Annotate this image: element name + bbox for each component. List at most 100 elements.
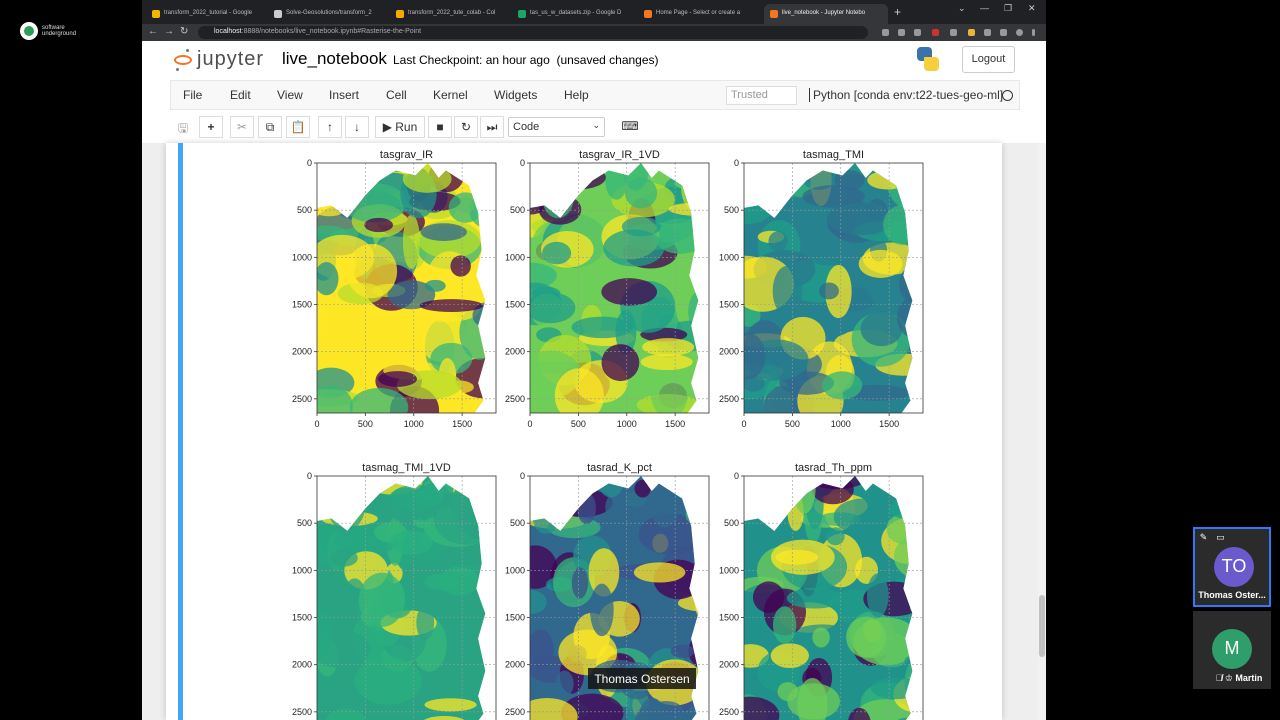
- cell-type-select[interactable]: Code ⌄: [508, 117, 605, 137]
- cell-type-value: Code: [513, 121, 540, 133]
- drive-icon: [518, 10, 526, 18]
- y-tick-label: 0: [734, 471, 739, 481]
- tab-live-notebook[interactable]: live_notebook - Jupyter Notebo: [764, 4, 888, 24]
- y-tick-label: 2000: [505, 347, 525, 357]
- y-tick-label: 1000: [505, 565, 525, 575]
- notebook-area: tasgrav_IR 0 500 1000 1500 2000 2500 0 500 1000 15…: [142, 143, 1046, 720]
- x-tick-label: 500: [571, 419, 586, 429]
- y-tick-label: 0: [734, 158, 739, 168]
- checkpoint-status: Last Checkpoint: an hour ago (unsaved ch…: [393, 53, 659, 67]
- menu-kernel[interactable]: Kernel: [433, 88, 468, 102]
- minimize-button[interactable]: —: [980, 3, 989, 13]
- logout-button[interactable]: Logout: [962, 46, 1015, 73]
- profile-icon[interactable]: [1016, 29, 1023, 36]
- y-tick-label: 2000: [719, 660, 739, 670]
- panel-title: tasgrav_IR: [380, 149, 433, 161]
- trusted-indicator[interactable]: Trusted: [726, 86, 797, 105]
- forward-icon[interactable]: →: [164, 26, 174, 37]
- x-tick-label: 1500: [879, 419, 899, 429]
- map-panel-tasmag_TMI: tasmag_TMI 0 500 1000 1500 2000 2500 0 500 1000 15…: [719, 149, 924, 429]
- y-tick-label: 500: [510, 205, 525, 215]
- back-icon[interactable]: ←: [148, 26, 158, 37]
- restart-run-all-button[interactable]: ⏭: [480, 116, 504, 138]
- tab-transform-tutorial[interactable]: transform_2022_tutorial - Google: [146, 4, 264, 24]
- maximize-button[interactable]: ❐: [1004, 3, 1012, 14]
- extension-icon[interactable]: [932, 29, 939, 36]
- x-tick-label: 0: [741, 419, 746, 429]
- menu-view[interactable]: View: [277, 88, 303, 102]
- participant-tile-thomas[interactable]: ✎ ▭ TO Thomas Oster...: [1193, 527, 1271, 607]
- y-tick-label: 0: [307, 471, 312, 481]
- jupyter-brand[interactable]: jupyter: [197, 48, 264, 71]
- map-panel-tasgrav_IR_1VD: tasgrav_IR_1VD 0 500 1000 1500 2000 2500 0 500 10…: [505, 149, 710, 429]
- extension-icon[interactable]: [950, 29, 957, 36]
- tab-label: Home Page - Select or create a: [656, 10, 741, 16]
- chevron-down-icon: ⌄: [592, 120, 600, 130]
- participant-name: 🎙̸ ♔ Martin: [1193, 673, 1271, 684]
- y-tick-label: 2500: [292, 707, 312, 717]
- folder-icon[interactable]: [968, 29, 975, 36]
- y-tick-label: 1000: [505, 252, 525, 262]
- close-window-button[interactable]: ✕: [1028, 3, 1036, 14]
- participant-tile-martin[interactable]: M 🎙̸ ♔ Martin: [1193, 611, 1271, 689]
- menu-icon[interactable]: [1032, 29, 1035, 36]
- tab-github[interactable]: Solve-Geosolutions/transform_2: [268, 4, 386, 24]
- x-tick-label: 500: [358, 419, 373, 429]
- new-tab-button[interactable]: +: [894, 5, 901, 19]
- scrollbar[interactable]: [1038, 143, 1046, 720]
- move-down-button[interactable]: ↓: [345, 116, 369, 138]
- tab-label: transform_2022_tute_colab - Col: [408, 10, 496, 16]
- copy-button[interactable]: ⧉: [258, 116, 282, 138]
- keyboard-icon[interactable]: ⌨: [616, 116, 644, 138]
- y-tick-label: 2000: [505, 660, 525, 670]
- restart-button[interactable]: ↻: [454, 116, 478, 138]
- x-tick-label: 1500: [452, 419, 472, 429]
- menu-cell[interactable]: Cell: [386, 88, 407, 102]
- screen-icon[interactable]: ▭: [1215, 532, 1226, 543]
- avatar: TO: [1214, 547, 1254, 587]
- panel-title: tasrad_Th_ppm: [795, 462, 872, 474]
- tab-label: Solve-Geosolutions/transform_2: [286, 10, 372, 16]
- tab-colab[interactable]: transform_2022_tute_colab - Col: [390, 4, 508, 24]
- url-host: localhost: [214, 28, 242, 35]
- y-tick-label: 1000: [292, 252, 312, 262]
- menu-insert[interactable]: Insert: [329, 88, 359, 102]
- url-field[interactable]: localhost:8888/notebooks/live_notebook.i…: [198, 26, 868, 39]
- cut-button[interactable]: ✂: [230, 116, 254, 138]
- menu-edit[interactable]: Edit: [230, 88, 251, 102]
- menu-widgets[interactable]: Widgets: [494, 88, 537, 102]
- run-button[interactable]: ▶ Run: [375, 116, 425, 138]
- tab-google-drive[interactable]: tas_us_w_datasets.zip - Google D: [512, 4, 634, 24]
- menu-help[interactable]: Help: [564, 88, 589, 102]
- colab-icon: [396, 10, 404, 18]
- jupyter-logo-icon[interactable]: [174, 47, 192, 73]
- y-tick-label: 1000: [719, 252, 739, 262]
- save-icon[interactable]: 🖫: [174, 116, 192, 138]
- bookmark-icon[interactable]: [914, 29, 921, 36]
- map-panel-tasgrav_IR: tasgrav_IR 0 500 1000 1500 2000 2500 0 500 1000 15…: [292, 149, 497, 429]
- scrollbar-thumb[interactable]: [1039, 595, 1045, 657]
- jupyter-icon: [770, 10, 778, 18]
- add-cell-button[interactable]: +: [199, 116, 223, 138]
- sidebar-icon[interactable]: [1000, 29, 1007, 36]
- paste-button[interactable]: 📋: [286, 116, 310, 138]
- tab-bar: transform_2022_tutorial - Google Solve-G…: [142, 0, 1046, 24]
- y-tick-label: 500: [297, 518, 312, 528]
- puzzle-icon[interactable]: [984, 29, 991, 36]
- kernel-name[interactable]: Python [conda env:t22-tues-geo-ml]: [809, 88, 1003, 102]
- share-icon[interactable]: [898, 29, 905, 36]
- move-up-button[interactable]: ↑: [318, 116, 342, 138]
- zoom-icon[interactable]: [882, 29, 889, 36]
- y-tick-label: 1500: [719, 613, 739, 623]
- tab-jupyter-home[interactable]: Home Page - Select or create a: [638, 4, 760, 24]
- notebook-name[interactable]: live_notebook: [282, 49, 387, 69]
- notebook-page: tasgrav_IR 0 500 1000 1500 2000 2500 0 500 1000 15…: [166, 143, 1002, 720]
- stop-button[interactable]: ■: [428, 116, 452, 138]
- pin-icon[interactable]: ✎: [1198, 532, 1209, 543]
- menu-file[interactable]: File: [183, 88, 202, 102]
- software-underground-logo: software underground: [20, 22, 80, 42]
- x-tick-label: 1000: [617, 419, 637, 429]
- tab-search-icon[interactable]: ⌄: [958, 3, 966, 14]
- y-tick-label: 2000: [292, 660, 312, 670]
- reload-icon[interactable]: ↻: [180, 26, 188, 37]
